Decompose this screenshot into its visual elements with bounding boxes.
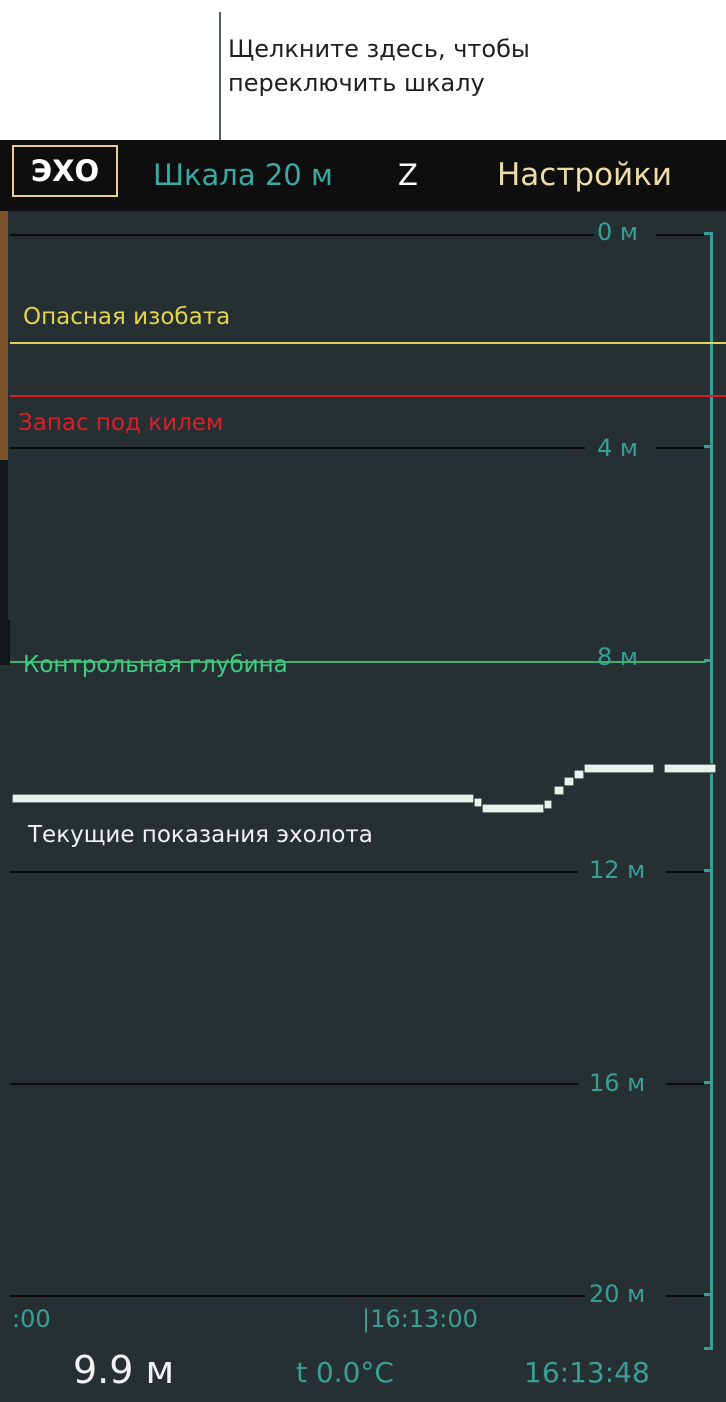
current-depth-value: 9.9 м — [73, 1348, 175, 1392]
grid-line-20 — [10, 1295, 585, 1297]
depth-label-20: 20 м — [589, 1280, 646, 1308]
callout-text: Щелкните здесь, чтобы переключить шкалу — [228, 32, 530, 100]
echo-trace-segment — [553, 785, 565, 796]
callout-leader-line — [219, 12, 221, 144]
water-temperature: t 0.0°C — [296, 1356, 394, 1389]
echo-trace-segment — [583, 763, 655, 774]
grid-line-16-right — [666, 1083, 704, 1085]
echo-trace-segment — [473, 797, 483, 808]
current-reading-label: Текущие показания эхолота — [28, 822, 373, 848]
echo-trace-segment — [573, 769, 585, 780]
time-axis-mark: |16:13:00 — [362, 1305, 478, 1333]
echo-trace-segment — [663, 763, 717, 774]
scale-tick-20 — [704, 1293, 710, 1296]
echo-trace-segment — [543, 799, 553, 810]
depth-label-16: 16 м — [589, 1069, 646, 1097]
echosounder-screen: ЭХО Шкала 20 м Z Настройки 0 м 4 м 8 м 1… — [0, 140, 726, 1402]
current-time: 16:13:48 — [524, 1356, 650, 1389]
grid-line-16 — [10, 1083, 578, 1085]
grid-line-20-right — [666, 1295, 704, 1297]
echo-trace — [11, 763, 717, 814]
time-axis-left: :00 — [12, 1305, 51, 1333]
callout-line-1: Щелкните здесь, чтобы — [228, 35, 530, 63]
scale-tick-16 — [704, 1081, 710, 1084]
callout-line-2: переключить шкалу — [228, 69, 485, 97]
echo-trace-segment — [11, 793, 475, 804]
echo-trace-segment — [481, 803, 545, 814]
scale-tick-bottom — [704, 1347, 710, 1350]
echo-trace-segment — [563, 776, 575, 787]
